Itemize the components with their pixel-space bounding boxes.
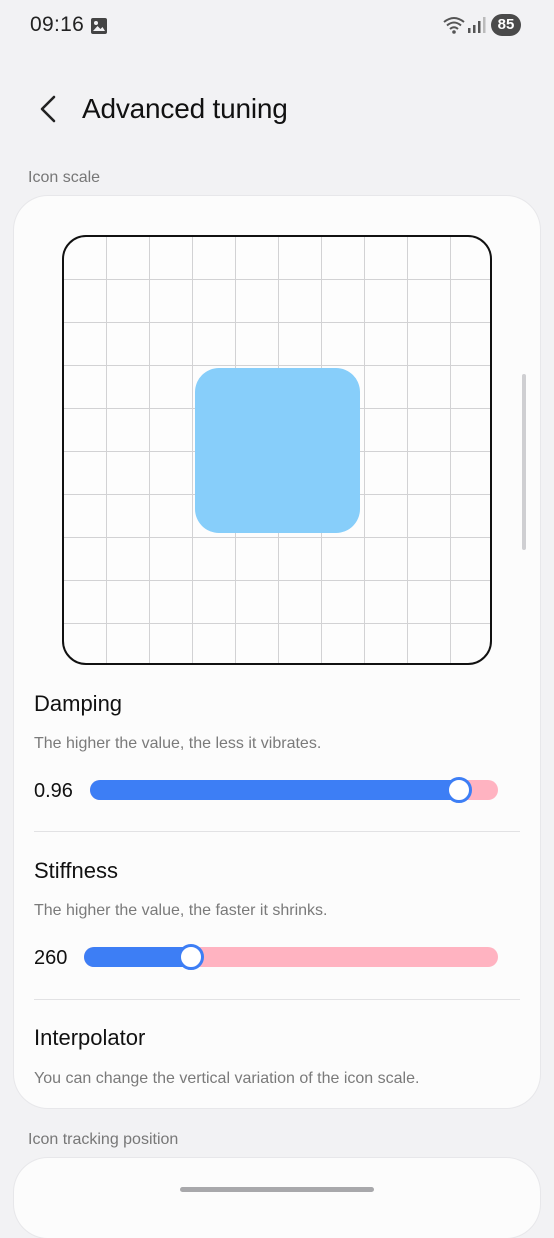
stiffness-description: The higher the value, the faster it shri… [34,902,328,919]
status-bar: 09:16 85 [0,0,554,52]
stiffness-value: 260 [34,947,68,969]
home-indicator[interactable] [180,1187,374,1192]
page-title: Advanced tuning [82,93,288,124]
stiffness-slider[interactable] [84,944,498,970]
divider [34,831,520,832]
divider [34,999,520,1000]
damping-title: Damping [34,691,123,716]
status-time: 09:16 [30,13,85,36]
scrollbar[interactable] [522,374,526,550]
stiffness-title: Stiffness [34,858,118,883]
icon-tracking-card [14,1158,540,1238]
wifi-icon [443,15,465,40]
icon-scale-card: Damping The higher the value, the less i… [14,196,540,1108]
stiffness-slider-thumb[interactable] [177,944,204,970]
battery-indicator: 85 [491,14,521,36]
preview-icon [195,368,360,533]
interpolator-description: You can change the vertical variation of… [34,1070,420,1087]
back-button[interactable] [28,88,68,130]
damping-slider-fill [90,780,470,800]
damping-value: 0.96 [34,780,73,802]
section-header-icon-tracking: Icon tracking position [28,1131,179,1148]
damping-description: The higher the value, the less it vibrat… [34,735,322,752]
icon-scale-preview [62,235,492,665]
section-header-icon-scale: Icon scale [28,169,101,186]
damping-slider[interactable] [90,777,498,803]
signal-icon [467,15,487,40]
interpolator-title: Interpolator [34,1025,146,1050]
back-arrow-icon [40,95,56,123]
gallery-notification-icon [90,17,108,40]
